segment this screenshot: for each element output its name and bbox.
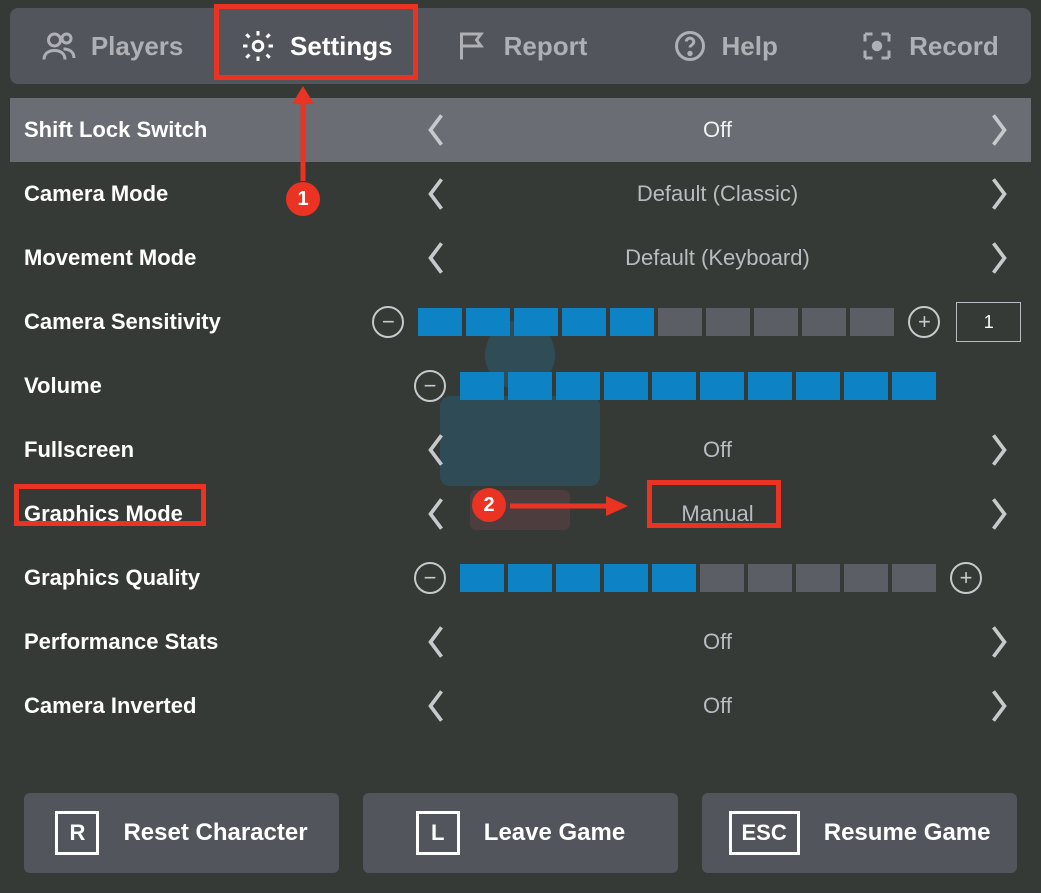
tab-label: Help [722, 31, 778, 62]
row-movement-mode: Movement Mode Default (Keyboard) [10, 226, 1031, 290]
next-option[interactable] [977, 236, 1021, 280]
setting-label: Movement Mode [24, 245, 414, 271]
menu-tabbar: Players Settings Report Help [10, 8, 1031, 84]
row-camera-mode: Camera Mode Default (Classic) [10, 162, 1031, 226]
button-label: Resume Game [824, 819, 991, 847]
prev-option[interactable] [414, 108, 458, 152]
increase-button[interactable]: + [950, 562, 982, 594]
next-option[interactable] [977, 428, 1021, 472]
next-option[interactable] [977, 172, 1021, 216]
next-option[interactable] [977, 684, 1021, 728]
reset-character-button[interactable]: R Reset Character [24, 793, 339, 873]
setting-label: Camera Mode [24, 181, 414, 207]
decrease-button[interactable]: − [414, 370, 446, 402]
volume-slider[interactable] [460, 372, 936, 400]
tab-players[interactable]: Players [10, 8, 214, 84]
tab-label: Report [504, 31, 588, 62]
setting-label: Graphics Quality [24, 565, 414, 591]
prev-option[interactable] [414, 684, 458, 728]
next-option[interactable] [977, 620, 1021, 664]
increase-button[interactable]: + [908, 306, 940, 338]
row-fullscreen: Fullscreen Off [10, 418, 1031, 482]
setting-label: Camera Inverted [24, 693, 414, 719]
prev-option[interactable] [414, 172, 458, 216]
setting-label: Camera Sensitivity [24, 309, 372, 335]
row-graphics-quality: Graphics Quality − + [10, 546, 1031, 610]
row-camera-inverted: Camera Inverted Off [10, 674, 1031, 738]
keycap: L [416, 811, 460, 855]
button-label: Leave Game [484, 819, 625, 847]
bottom-button-bar: R Reset Character L Leave Game ESC Resum… [24, 793, 1017, 873]
tab-settings[interactable]: Settings [214, 8, 418, 84]
setting-value: Off [458, 117, 977, 143]
setting-label: Shift Lock Switch [24, 117, 414, 143]
quality-slider[interactable] [460, 564, 936, 592]
next-option[interactable] [977, 492, 1021, 536]
setting-value: Off [458, 629, 977, 655]
next-option[interactable] [977, 108, 1021, 152]
row-camera-sensitivity: Camera Sensitivity − + 1 [10, 290, 1031, 354]
keycap: ESC [729, 811, 800, 855]
tab-help[interactable]: Help [623, 8, 827, 84]
gear-icon [240, 28, 276, 64]
setting-label: Graphics Mode [24, 501, 414, 527]
tab-label: Record [909, 31, 999, 62]
decrease-button[interactable]: − [372, 306, 404, 338]
resume-game-button[interactable]: ESC Resume Game [702, 793, 1017, 873]
setting-value: Default (Keyboard) [458, 245, 977, 271]
keycap: R [55, 811, 99, 855]
decrease-button[interactable]: − [414, 562, 446, 594]
settings-list: Shift Lock Switch Off Camera Mode Defaul… [10, 98, 1031, 738]
setting-value: Default (Classic) [458, 181, 977, 207]
sensitivity-value-box[interactable]: 1 [956, 302, 1021, 342]
setting-label: Performance Stats [24, 629, 414, 655]
tab-label: Players [91, 31, 184, 62]
prev-option[interactable] [414, 236, 458, 280]
tab-report[interactable]: Report [418, 8, 622, 84]
setting-label: Fullscreen [24, 437, 414, 463]
row-volume: Volume − [10, 354, 1031, 418]
leave-game-button[interactable]: L Leave Game [363, 793, 678, 873]
setting-value: Off [458, 693, 977, 719]
players-icon [41, 28, 77, 64]
tab-label: Settings [290, 31, 393, 62]
setting-label: Volume [24, 373, 414, 399]
row-graphics-mode: Graphics Mode Manual [10, 482, 1031, 546]
tab-record[interactable]: Record [827, 8, 1031, 84]
prev-option[interactable] [414, 492, 458, 536]
help-icon [672, 28, 708, 64]
setting-value: Manual [458, 501, 977, 527]
setting-value: Off [458, 437, 977, 463]
prev-option[interactable] [414, 620, 458, 664]
sensitivity-slider[interactable] [418, 308, 894, 336]
prev-option[interactable] [414, 428, 458, 472]
flag-icon [454, 28, 490, 64]
row-performance-stats: Performance Stats Off [10, 610, 1031, 674]
button-label: Reset Character [123, 819, 307, 847]
record-icon [859, 28, 895, 64]
row-shift-lock: Shift Lock Switch Off [10, 98, 1031, 162]
